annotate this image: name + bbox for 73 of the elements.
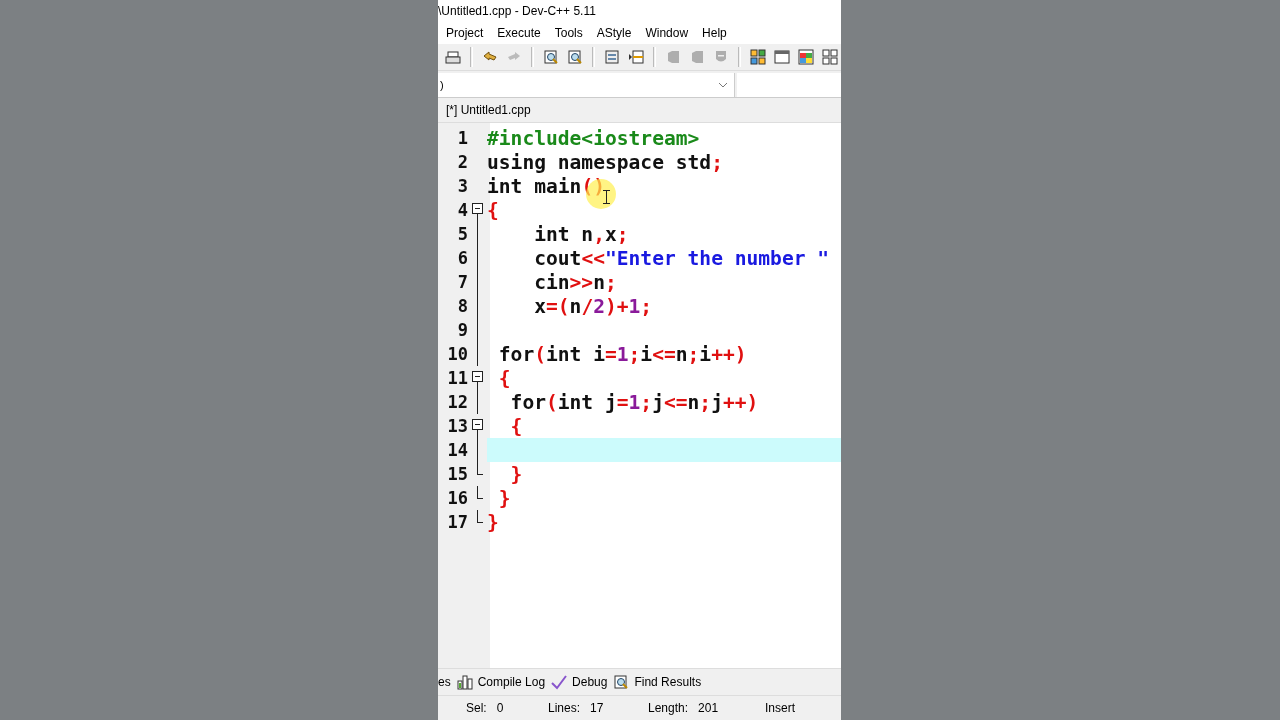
line-number: 7 bbox=[456, 272, 468, 292]
line-number: 16 bbox=[446, 488, 468, 508]
code-line: int n,x; bbox=[533, 222, 629, 246]
status-label: Length: bbox=[648, 701, 689, 715]
line-number: 12 bbox=[446, 392, 468, 412]
menu-item[interactable]: AStyle bbox=[589, 26, 639, 40]
status-value: 0 bbox=[496, 701, 504, 715]
status-label: Sel: bbox=[466, 701, 487, 715]
line-number: 8 bbox=[456, 296, 468, 316]
text-cursor-icon bbox=[603, 190, 610, 204]
indent-icon bbox=[628, 49, 644, 65]
code-line: x=(n/2)+1; bbox=[533, 294, 653, 318]
menu-item[interactable]: Help bbox=[695, 26, 734, 40]
fold-toggle[interactable] bbox=[472, 419, 483, 430]
checkmark-icon bbox=[551, 674, 568, 690]
status-value: Insert bbox=[765, 701, 795, 715]
line-number: 5 bbox=[456, 224, 468, 244]
panel-tab[interactable]: Find Results bbox=[613, 670, 708, 694]
line-number: 3 bbox=[456, 176, 468, 196]
fold-toggle[interactable] bbox=[472, 371, 483, 382]
code-line: for(int j=1;j<=n;j++) bbox=[509, 390, 759, 414]
menu-item[interactable]: Tools bbox=[547, 26, 590, 40]
code-line: } bbox=[497, 486, 511, 510]
line-number: 2 bbox=[456, 152, 468, 172]
code-line: } bbox=[509, 462, 523, 486]
status-label: Lines: bbox=[548, 701, 581, 715]
tiles-icon bbox=[750, 49, 766, 65]
window-title: \Untitled1.cpp - Dev-C++ 5.11 bbox=[438, 4, 596, 18]
tag-icon bbox=[689, 49, 705, 65]
line-number: 17 bbox=[446, 512, 468, 532]
toolbar-button[interactable] bbox=[795, 46, 817, 68]
menu-item[interactable]: Window bbox=[638, 26, 696, 40]
line-number: 4 bbox=[456, 200, 468, 220]
panel-icon bbox=[604, 49, 620, 65]
magnifier-page-icon bbox=[613, 674, 630, 690]
status-value: 17 bbox=[590, 701, 604, 715]
line-number: 13 bbox=[446, 416, 468, 436]
window-icon bbox=[774, 49, 790, 65]
code-line: { bbox=[509, 414, 523, 438]
toolbar-button[interactable] bbox=[819, 46, 841, 68]
tag-icon bbox=[665, 49, 681, 65]
toolbar-button[interactable] bbox=[747, 46, 769, 68]
code-line: { bbox=[497, 366, 511, 390]
bar-chart-icon bbox=[456, 674, 473, 690]
line-number: 10 bbox=[446, 344, 468, 364]
line-number: 15 bbox=[446, 464, 468, 484]
printer-icon bbox=[445, 49, 461, 65]
menu-item[interactable]: Execute bbox=[490, 26, 548, 40]
line-number: 9 bbox=[456, 320, 468, 340]
panel-tab[interactable]: Compile Log bbox=[456, 670, 552, 694]
panel-tab[interactable]: Debug bbox=[551, 670, 614, 694]
code-line: cin>>n; bbox=[533, 270, 617, 294]
status-value: 201 bbox=[698, 701, 719, 715]
menu-item[interactable]: Project bbox=[439, 26, 491, 40]
line-number: 1 bbox=[456, 128, 468, 148]
grid-icon bbox=[822, 49, 838, 65]
dropdown-value: ) bbox=[440, 79, 444, 91]
color-grid-icon bbox=[798, 49, 814, 65]
chevron-down-icon bbox=[718, 82, 728, 88]
fold-toggle[interactable] bbox=[472, 203, 483, 214]
code-line: using namespace std; bbox=[487, 150, 723, 174]
panel-tab[interactable]: es bbox=[438, 670, 457, 694]
code-line: #include<iostream> bbox=[487, 126, 700, 150]
code-line: } bbox=[487, 510, 499, 534]
scope-dropdown[interactable]: ) bbox=[438, 73, 735, 97]
code-line: cout<<"Enter the number " bbox=[533, 246, 830, 270]
line-number: 14 bbox=[446, 440, 468, 460]
line-number: 6 bbox=[456, 248, 468, 268]
magnifier-page-icon bbox=[543, 49, 559, 65]
line-number: 11 bbox=[446, 368, 468, 388]
code-line: { bbox=[487, 198, 499, 222]
magnifier-page-icon bbox=[567, 49, 583, 65]
code-line: for(int i=1;i<=n;i++) bbox=[497, 342, 747, 366]
